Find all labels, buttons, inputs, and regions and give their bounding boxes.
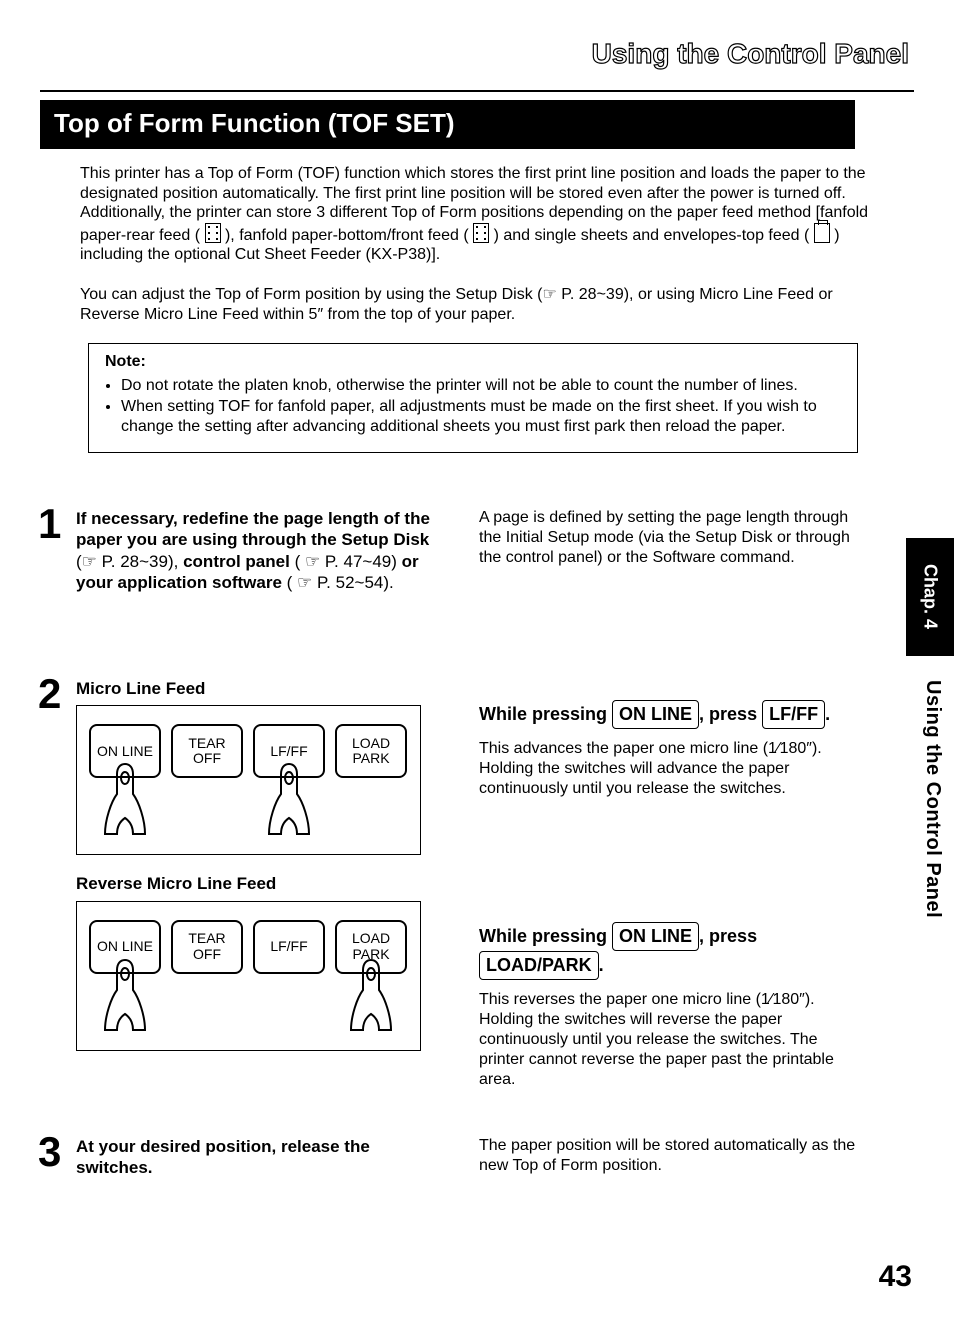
step1-ref-a: (☞ P. 28~39), bbox=[76, 552, 178, 571]
fanfold-rear-icon bbox=[205, 223, 221, 243]
loadpark-key: LOAD/PARK bbox=[479, 951, 599, 980]
panel-figure-1: ON LINE TEAR OFF LF/FF LOAD PARK bbox=[76, 705, 421, 855]
chapter-side-tab: Chap. 4 bbox=[906, 538, 954, 656]
step-1-left: If necessary, redefine the page length o… bbox=[76, 508, 446, 593]
finger-icon bbox=[103, 956, 147, 1036]
micro-line-feed-title: Micro Line Feed bbox=[76, 678, 446, 699]
note-item-1: Do not rotate the platen knob, otherwise… bbox=[121, 376, 841, 396]
online-button-fig1: ON LINE bbox=[89, 724, 161, 778]
intro-text-c: ) and single sheets and envelopes-top fe… bbox=[494, 227, 810, 244]
btn-label: TEAR OFF bbox=[173, 736, 241, 767]
tearoff-button-fig1: TEAR OFF bbox=[171, 724, 243, 778]
step-3-left: At your desired position, release the sw… bbox=[76, 1136, 446, 1179]
fanfold-bottom-icon bbox=[473, 223, 489, 243]
step-2-number: 2 bbox=[38, 670, 74, 718]
step-2-left-block: Micro Line Feed ON LINE TEAR OFF LF/FF L… bbox=[76, 678, 446, 1051]
panel-figure-2: ON LINE TEAR OFF LF/FF LOAD PARK bbox=[76, 901, 421, 1051]
step-3-number: 3 bbox=[38, 1128, 74, 1176]
intro-text-b: ), fanfold paper-bottom/front feed ( bbox=[225, 227, 469, 244]
online-key-b: ON LINE bbox=[612, 922, 699, 951]
instr-a-post: . bbox=[825, 704, 830, 724]
online-key: ON LINE bbox=[612, 700, 699, 729]
btn-label: ON LINE bbox=[97, 939, 153, 954]
instr-b-pre: While pressing bbox=[479, 926, 612, 946]
finger-icon bbox=[267, 760, 311, 840]
btn-label: LOAD PARK bbox=[337, 736, 405, 767]
btn-label: LF/FF bbox=[270, 939, 307, 954]
step-2-right-b: While pressing ON LINE, press LOAD/PARK.… bbox=[479, 922, 859, 1090]
instr-b-post: . bbox=[599, 955, 604, 975]
note-label: Note: bbox=[105, 352, 841, 372]
finger-icon bbox=[103, 760, 147, 840]
btn-label: TEAR OFF bbox=[173, 931, 241, 962]
note-item-2: When setting TOF for fanfold paper, all … bbox=[121, 397, 841, 438]
step1-ref-c: ( ☞ P. 52~54). bbox=[287, 573, 394, 592]
lfff-key: LF/FF bbox=[762, 700, 825, 729]
lfff-button-fig2: LF/FF bbox=[253, 920, 325, 974]
reverse-micro-line-feed-title: Reverse Micro Line Feed bbox=[76, 873, 446, 894]
body-a: This advances the paper one micro line (… bbox=[479, 739, 859, 799]
tearoff-button-fig2: TEAR OFF bbox=[171, 920, 243, 974]
page-header-outline: Using the Control Panel bbox=[592, 38, 909, 70]
page-number: 43 bbox=[879, 1260, 912, 1294]
step1-ref-b: ( ☞ P. 47~49) bbox=[295, 552, 397, 571]
step-2-right-a: While pressing ON LINE, press LF/FF. Thi… bbox=[479, 700, 859, 799]
body-b: This reverses the paper one micro line (… bbox=[479, 990, 859, 1090]
loadpark-button-fig1: LOAD PARK bbox=[335, 724, 407, 778]
step1-bold-b: control panel bbox=[183, 552, 290, 571]
top-rule bbox=[40, 90, 914, 92]
instr-b-mid: , press bbox=[699, 926, 757, 946]
finger-icon bbox=[349, 956, 393, 1036]
section-title-bar: Top of Form Function (TOF SET) bbox=[40, 100, 855, 149]
online-button-fig2: ON LINE bbox=[89, 920, 161, 974]
instr-a-pre: While pressing bbox=[479, 704, 612, 724]
intro-paragraph-2: You can adjust the Top of Form position … bbox=[80, 285, 880, 325]
single-sheet-icon bbox=[814, 223, 830, 243]
btn-label: ON LINE bbox=[97, 744, 153, 759]
btn-label: LF/FF bbox=[270, 744, 307, 759]
step-3-right: The paper position will be stored automa… bbox=[479, 1136, 859, 1176]
intro-paragraph-1: This printer has a Top of Form (TOF) fun… bbox=[80, 164, 880, 265]
instr-a-mid: , press bbox=[699, 704, 762, 724]
step-1-right: A page is defined by setting the page le… bbox=[479, 508, 859, 568]
lfff-button-fig1: LF/FF bbox=[253, 724, 325, 778]
step-1-number: 1 bbox=[38, 500, 74, 548]
instr-line-b: While pressing ON LINE, press LOAD/PARK. bbox=[479, 922, 859, 980]
note-box: Note: Do not rotate the platen knob, oth… bbox=[88, 343, 858, 453]
step1-bold-a: If necessary, redefine the page length o… bbox=[76, 509, 430, 549]
side-vertical-label: Using the Control Panel bbox=[921, 680, 944, 918]
instr-line-a: While pressing ON LINE, press LF/FF. bbox=[479, 700, 859, 729]
loadpark-button-fig2: LOAD PARK bbox=[335, 920, 407, 974]
